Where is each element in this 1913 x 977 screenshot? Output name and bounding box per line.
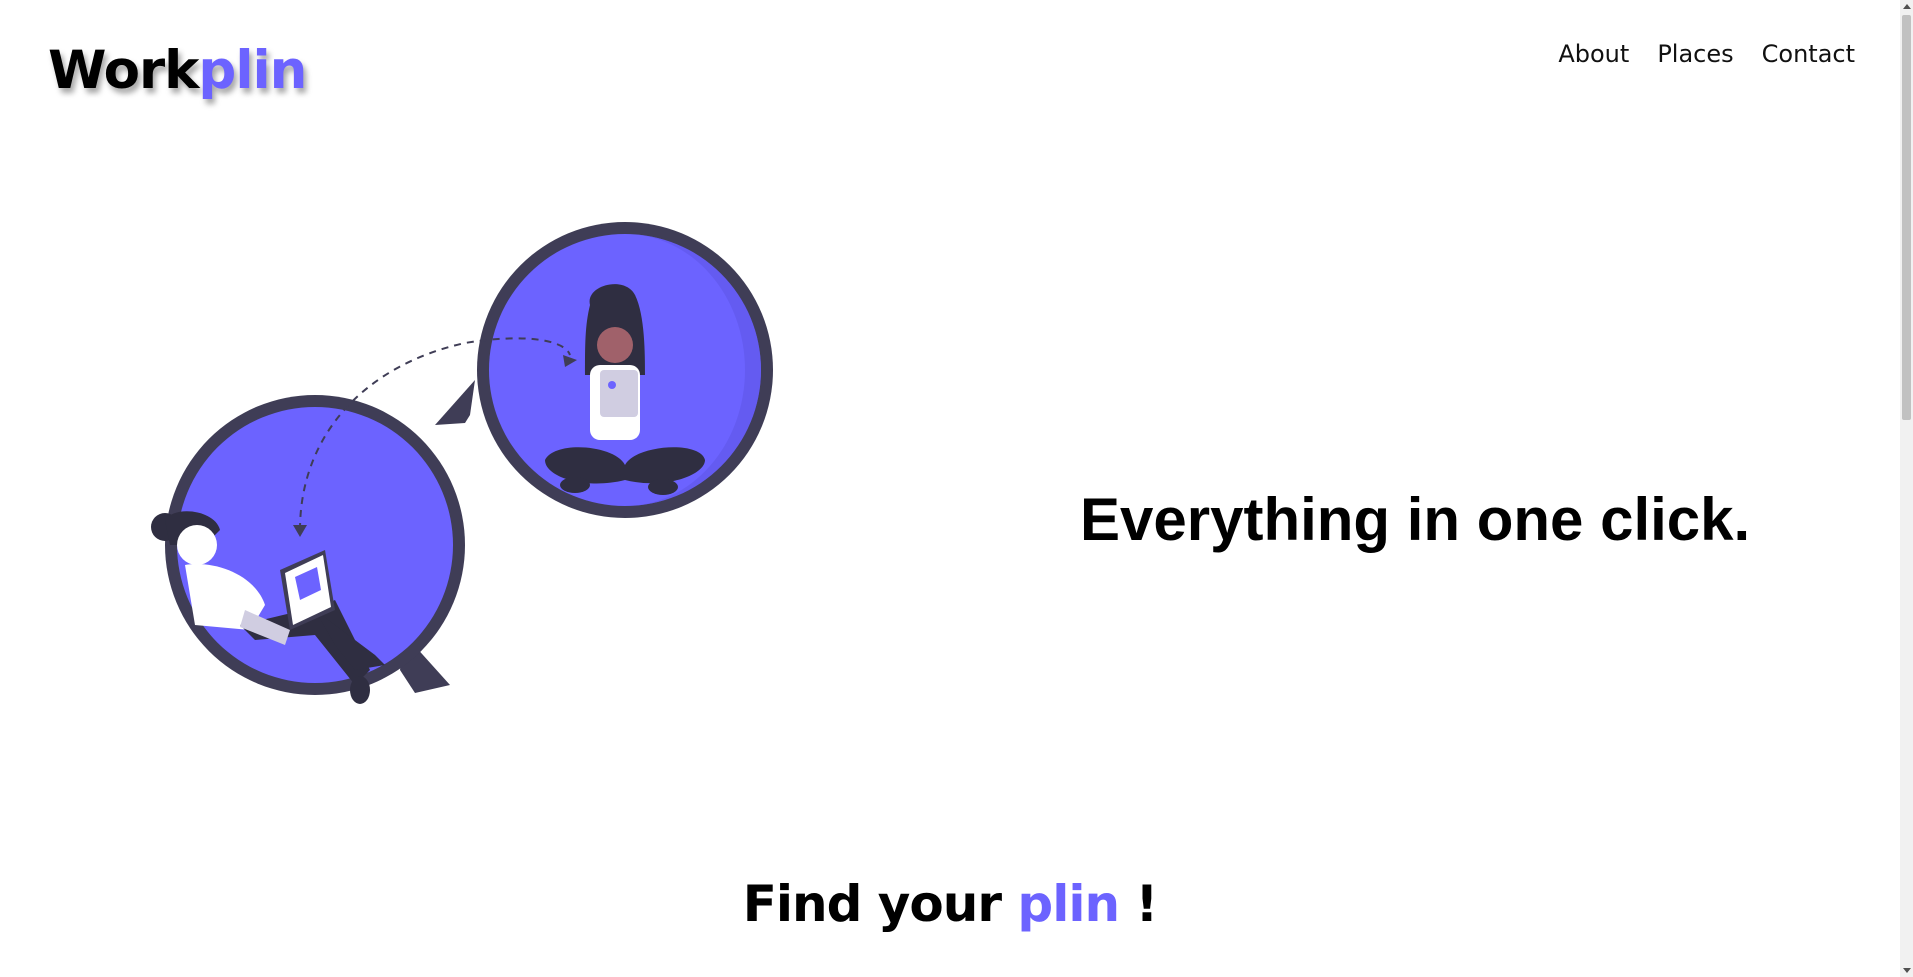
page-scrollbar[interactable]: [1900, 0, 1913, 977]
section-title-accent: plin: [1017, 875, 1120, 933]
scroll-up-arrow-icon[interactable]: [1903, 4, 1911, 9]
section-title: Find your plin !: [0, 875, 1900, 933]
scroll-thumb[interactable]: [1902, 15, 1911, 420]
main-nav: About Places Contact: [1558, 40, 1855, 68]
logo[interactable]: Workplin: [48, 40, 307, 101]
logo-work: Work: [48, 40, 199, 101]
nav-about-link[interactable]: About: [1558, 40, 1629, 68]
nav-contact-link[interactable]: Contact: [1762, 40, 1855, 68]
section-title-text: Find your: [742, 875, 1002, 933]
scroll-down-arrow-icon[interactable]: [1903, 968, 1911, 973]
hero-tagline: Everything in one click.: [1080, 486, 1751, 553]
logo-plin: plin: [198, 40, 307, 101]
nav-places-link[interactable]: Places: [1657, 40, 1733, 68]
chat-bubbles-illustration: [151, 222, 773, 704]
section-title-exclamation: !: [1135, 875, 1159, 933]
